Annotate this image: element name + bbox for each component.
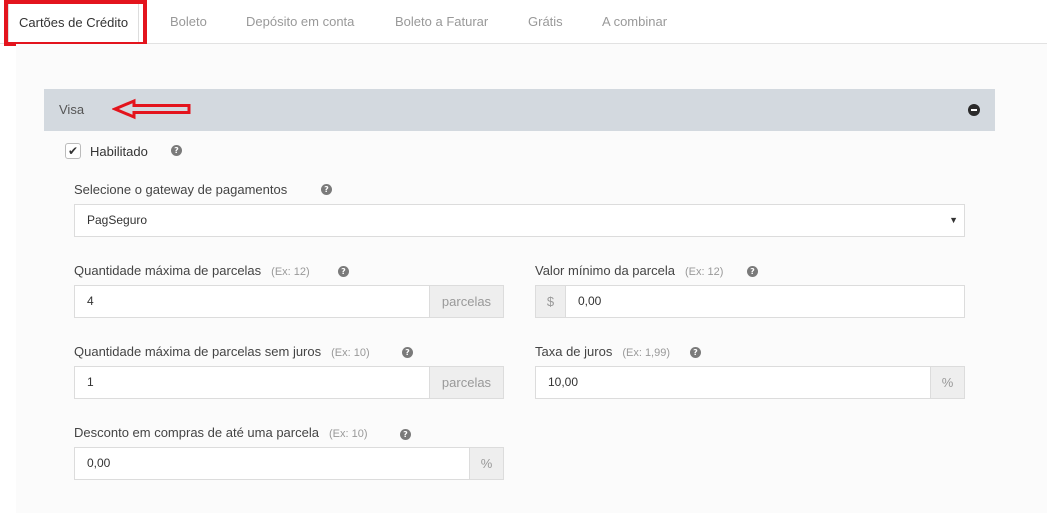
tab-boleto-invoice[interactable]: Boleto a Faturar [395,0,488,44]
card-title: Visa [59,102,85,117]
interest-rate-value: 10,00 [548,375,579,389]
tab-free[interactable]: Grátis [528,0,563,44]
minus-circle-icon[interactable] [968,104,980,116]
single-discount-value: 0,00 [87,456,111,470]
max-installments-label: Quantidade máxima de parcelas (Ex: 12) [74,263,310,278]
interest-rate-label: Taxa de juros (Ex: 1,99) [535,344,671,359]
percent-suffix: % [469,448,503,479]
currency-prefix: $ [536,286,566,317]
installments-suffix: parcelas [429,367,503,398]
help-icon[interactable]: ? [402,347,413,358]
help-icon[interactable]: ? [321,184,332,195]
installments-suffix: parcelas [429,286,503,317]
interest-rate-input[interactable]: 10,00 % [535,366,965,399]
enabled-checkbox[interactable]: ✔ [65,143,81,159]
percent-suffix: % [930,367,964,398]
max-interest-free-value: 1 [87,375,94,389]
single-discount-input[interactable]: 0,00 % [74,447,504,480]
help-icon[interactable]: ? [338,266,349,277]
caret-down-icon: ▼ [949,215,958,225]
min-installment-input[interactable]: $ 0,00 [535,285,965,318]
max-interest-free-label: Quantidade máxima de parcelas sem juros(… [74,344,370,359]
help-icon[interactable]: ? [747,266,758,277]
single-discount-label: Desconto em compras de até uma parcela (E… [74,425,368,440]
help-icon[interactable]: ? [171,145,182,156]
gateway-select[interactable]: PagSeguro ▼ [74,204,965,237]
gateway-label: Selecione o gateway de pagamentos [74,182,288,197]
tab-boleto[interactable]: Boleto [170,0,207,44]
enabled-label: Habilitado [90,144,148,159]
min-installment-label: Valor mínimo da parcela (Ex: 12) [535,263,724,278]
help-icon[interactable]: ? [690,347,701,358]
payment-tabs: Cartões de Crédito Boleto Depósito em co… [0,0,1047,44]
help-icon[interactable]: ? [400,429,411,440]
gateway-value: PagSeguro [87,213,148,227]
max-interest-free-input[interactable]: 1 parcelas [74,366,504,399]
tab-credit-cards[interactable]: Cartões de Crédito [8,0,140,44]
max-installments-input[interactable]: 4 parcelas [74,285,504,318]
annotation-arrow-icon [112,98,191,120]
max-installments-value: 4 [87,294,94,308]
min-installment-value: 0,00 [578,294,602,308]
tab-bank-deposit[interactable]: Depósito em conta [246,0,354,44]
tab-to-agree[interactable]: A combinar [602,0,667,44]
